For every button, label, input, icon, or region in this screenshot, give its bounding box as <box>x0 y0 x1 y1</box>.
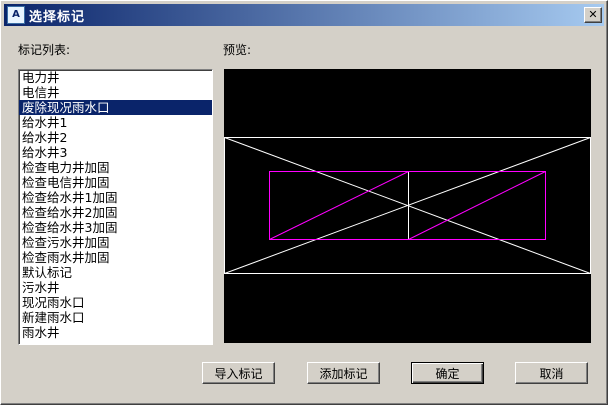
add-mark-button[interactable]: 添加标记 <box>307 362 380 384</box>
list-item[interactable]: 检查给水井2加固 <box>19 205 212 220</box>
list-item[interactable]: 默认标记 <box>19 265 212 280</box>
title-bar[interactable]: A 选择标记 ✕ <box>4 4 604 26</box>
list-item[interactable]: 检查污水井加固 <box>19 235 212 250</box>
preview-symbol-slash-right <box>408 171 546 240</box>
mark-list[interactable]: 电力井 电信井 废除现况雨水口 给水井1 给水井2 给水井3 检查电力井加固 检查电信井加固检… <box>18 69 213 345</box>
preview-label: 预览: <box>223 43 252 57</box>
dialog-title: 选择标记 <box>29 9 86 25</box>
list-item[interactable]: 废除现况雨水口 <box>19 100 212 115</box>
list-item[interactable]: 给水井1 <box>19 115 212 130</box>
list-item[interactable]: 给水井3 <box>19 145 212 160</box>
list-item[interactable]: 雨水井 <box>19 325 212 340</box>
list-item[interactable]: 电力井 <box>19 70 212 85</box>
list-item[interactable]: 给水井2 <box>19 130 212 145</box>
list-item[interactable]: 检查给水井1加固 <box>19 190 212 205</box>
import-mark-button[interactable]: 导入标记 <box>202 362 275 384</box>
list-item[interactable]: 检查电力井加固 <box>19 160 212 175</box>
list-item[interactable]: 检查电信井加固 <box>19 175 212 190</box>
preview-panel <box>224 69 591 343</box>
cancel-button[interactable]: 取消 <box>515 362 588 384</box>
list-item[interactable]: 检查给水井3加固 <box>19 220 212 235</box>
preview-symbol-slash-left <box>269 171 409 240</box>
close-button[interactable]: ✕ <box>584 7 602 23</box>
list-item[interactable]: 电信井 <box>19 85 212 100</box>
ok-button[interactable]: 确定 <box>411 362 484 384</box>
mark-list-label: 标记列表: <box>18 43 71 57</box>
list-item[interactable]: 现况雨水口 <box>19 295 212 310</box>
preview-drawing <box>224 137 591 274</box>
list-item[interactable]: 新建雨水口 <box>19 310 212 325</box>
list-item[interactable]: 污水井 <box>19 280 212 295</box>
app-icon: A <box>7 6 25 24</box>
select-mark-dialog: A 选择标记 ✕ 标记列表: 预览: 电力井 电信井 废除现况雨水口 给水井1 给水井2… <box>0 0 608 405</box>
list-item[interactable]: 检查雨水井加固 <box>19 250 212 265</box>
